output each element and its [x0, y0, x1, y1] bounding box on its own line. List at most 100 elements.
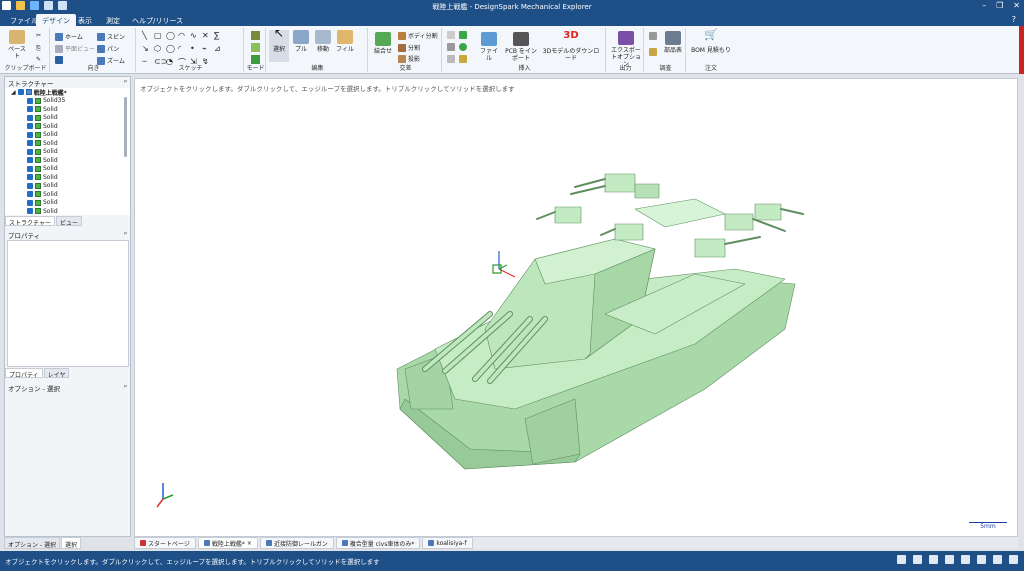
- offset-icon[interactable]: ⌁: [202, 44, 214, 53]
- sum-icon[interactable]: ∑: [214, 31, 226, 40]
- tab-view[interactable]: 表示: [72, 14, 98, 26]
- tree-item[interactable]: Solid: [5, 199, 130, 208]
- home-button[interactable]: ホーム: [55, 32, 83, 41]
- rectangle-icon[interactable]: ▢: [154, 31, 166, 40]
- spline-icon[interactable]: ∿: [190, 31, 202, 40]
- insert-file-button[interactable]: ファイル: [478, 32, 500, 62]
- measure-icon[interactable]: [649, 32, 657, 40]
- tab-select[interactable]: 選択: [60, 537, 81, 549]
- tree-item[interactable]: Solid: [5, 131, 130, 140]
- selection-filter-icon[interactable]: [897, 555, 906, 564]
- visibility-checkbox[interactable]: [27, 123, 33, 130]
- tab-measure[interactable]: 測定: [100, 14, 126, 26]
- mirror-icon[interactable]: ⊿: [214, 44, 226, 53]
- bom-quote-button[interactable]: 🛒 BOM 見積もり: [690, 29, 732, 54]
- visibility-checkbox[interactable]: [27, 131, 33, 138]
- visibility-checkbox[interactable]: [17, 89, 24, 96]
- point-icon[interactable]: •: [190, 44, 202, 53]
- visibility-checkbox[interactable]: [27, 165, 33, 172]
- cut-icon[interactable]: ✂: [36, 32, 41, 39]
- visibility-checkbox[interactable]: [27, 140, 33, 147]
- copy-icon[interactable]: ⎘: [36, 45, 41, 53]
- tree-item[interactable]: Solid: [5, 156, 130, 165]
- tab-help[interactable]: ヘルプ/リリース: [126, 14, 189, 26]
- pull-button[interactable]: プル: [292, 30, 310, 53]
- box-select-icon[interactable]: [945, 555, 954, 564]
- tree-item[interactable]: Solid35: [5, 97, 130, 106]
- tree-scrollbar[interactable]: [124, 97, 127, 157]
- pin-icon[interactable]: ᵖ: [124, 383, 127, 391]
- snap-icon[interactable]: [913, 555, 922, 564]
- doc-tab-railgun[interactable]: 近接防御レールガン: [259, 537, 334, 549]
- tab-properties[interactable]: プロパティ: [5, 368, 43, 379]
- doc-tab-hull[interactable]: 複合型量 civs車体のみ*: [335, 537, 421, 549]
- arc-icon[interactable]: ◠: [178, 31, 190, 40]
- project-button[interactable]: 投影: [398, 54, 420, 63]
- inspect-icon[interactable]: [649, 48, 657, 56]
- sphere-icon[interactable]: [459, 43, 467, 51]
- tree-item[interactable]: Solid: [5, 182, 130, 191]
- help-icon[interactable]: ?: [1012, 15, 1016, 24]
- visibility-checkbox[interactable]: [27, 114, 33, 121]
- tree-item[interactable]: Solid: [5, 139, 130, 148]
- close-icon[interactable]: ✕: [1013, 1, 1020, 10]
- parts-list-button[interactable]: 部品表: [662, 31, 684, 54]
- doc-tab-start[interactable]: スタートページ: [134, 537, 196, 549]
- visibility-checkbox[interactable]: [27, 174, 33, 181]
- plan-view-button[interactable]: 平面ビュー: [55, 44, 95, 53]
- tab-design[interactable]: デザイン: [36, 14, 76, 26]
- tree-item[interactable]: Solid: [5, 122, 130, 131]
- pan-button[interactable]: パン: [97, 44, 119, 53]
- tab-structure[interactable]: ストラクチャー: [5, 216, 55, 227]
- polygon-icon[interactable]: ⬡: [154, 44, 166, 53]
- minimize-icon[interactable]: –: [982, 1, 986, 10]
- line-icon[interactable]: ╲: [142, 31, 154, 40]
- tree-item[interactable]: Solid: [5, 207, 130, 215]
- pin-icon[interactable]: ᵖ: [124, 78, 127, 86]
- doc-tab-active[interactable]: 戦陸上戦艦* ×: [197, 537, 258, 549]
- move-button[interactable]: 移動: [314, 30, 332, 53]
- view-icon[interactable]: [993, 555, 1002, 564]
- restore-icon[interactable]: ❐: [996, 1, 1003, 10]
- visibility-checkbox[interactable]: [27, 191, 33, 198]
- combine-button[interactable]: 結合せ: [372, 32, 394, 55]
- paste-button[interactable]: ペースト: [6, 30, 28, 60]
- visibility-checkbox[interactable]: [27, 97, 33, 104]
- pointer-icon[interactable]: [929, 555, 938, 564]
- origin-icon[interactable]: [447, 55, 455, 63]
- trim-icon[interactable]: ✕: [202, 31, 214, 40]
- zoom-status-icon[interactable]: [977, 555, 986, 564]
- plane-icon[interactable]: [447, 31, 455, 39]
- tree-root[interactable]: ◢ 戦陸上戦艦*: [5, 88, 130, 97]
- tree-item[interactable]: Solid: [5, 165, 130, 174]
- tree-item[interactable]: Solid: [5, 148, 130, 157]
- pcb-import-button[interactable]: PCB をインポート: [504, 32, 538, 62]
- tab-views[interactable]: ビュー: [55, 216, 82, 227]
- tree-item[interactable]: Solid: [5, 114, 130, 123]
- tank-model[interactable]: [135, 79, 1019, 538]
- select-button[interactable]: ↖ 選択: [269, 27, 289, 62]
- format-icon[interactable]: ✎: [36, 56, 41, 63]
- tangent-line-icon[interactable]: ↘: [142, 44, 154, 53]
- visibility-checkbox[interactable]: [27, 106, 33, 113]
- tree-item[interactable]: Solid: [5, 173, 130, 182]
- split-button[interactable]: 分割: [398, 43, 420, 52]
- cylinder-icon[interactable]: [459, 31, 467, 39]
- visibility-checkbox[interactable]: [27, 157, 33, 164]
- circle-icon[interactable]: ◯: [166, 31, 178, 40]
- expand-icon[interactable]: ◢: [11, 89, 16, 96]
- visibility-checkbox[interactable]: [27, 199, 33, 206]
- tree-item[interactable]: Solid: [5, 190, 130, 199]
- pan-status-icon[interactable]: [1009, 555, 1018, 564]
- orbit-icon[interactable]: [961, 555, 970, 564]
- sketch-mode-icon[interactable]: [251, 31, 260, 40]
- arc-3pt-icon[interactable]: ◜: [178, 44, 190, 53]
- pin-icon[interactable]: ᵖ: [124, 230, 127, 238]
- model-download-button[interactable]: 3D 3Dモデルのダウンロード: [540, 31, 602, 63]
- fill-button[interactable]: フィル: [336, 30, 354, 53]
- 3d-viewport[interactable]: オブジェクトをクリックします。ダブルクリックして、エッジループを選択します。トリ…: [134, 78, 1018, 537]
- doc-tab-koalisiya[interactable]: koalisiya-f: [422, 537, 473, 549]
- split-body-button[interactable]: ボディ分割: [398, 31, 438, 40]
- tab-layers[interactable]: レイヤ: [43, 368, 70, 379]
- visibility-checkbox[interactable]: [27, 182, 33, 189]
